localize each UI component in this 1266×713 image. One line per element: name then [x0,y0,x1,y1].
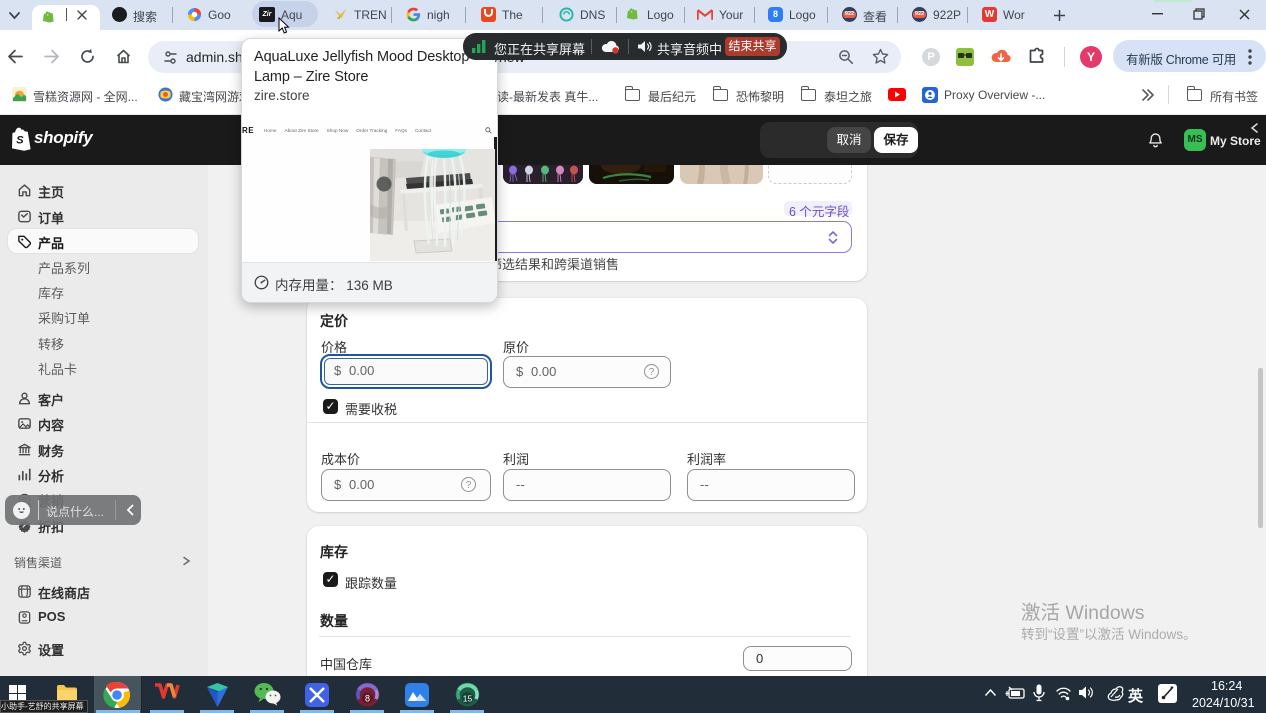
svg-text:15: 15 [463,694,473,704]
svg-text:8: 8 [365,694,370,704]
svg-text:S: S [16,135,24,147]
